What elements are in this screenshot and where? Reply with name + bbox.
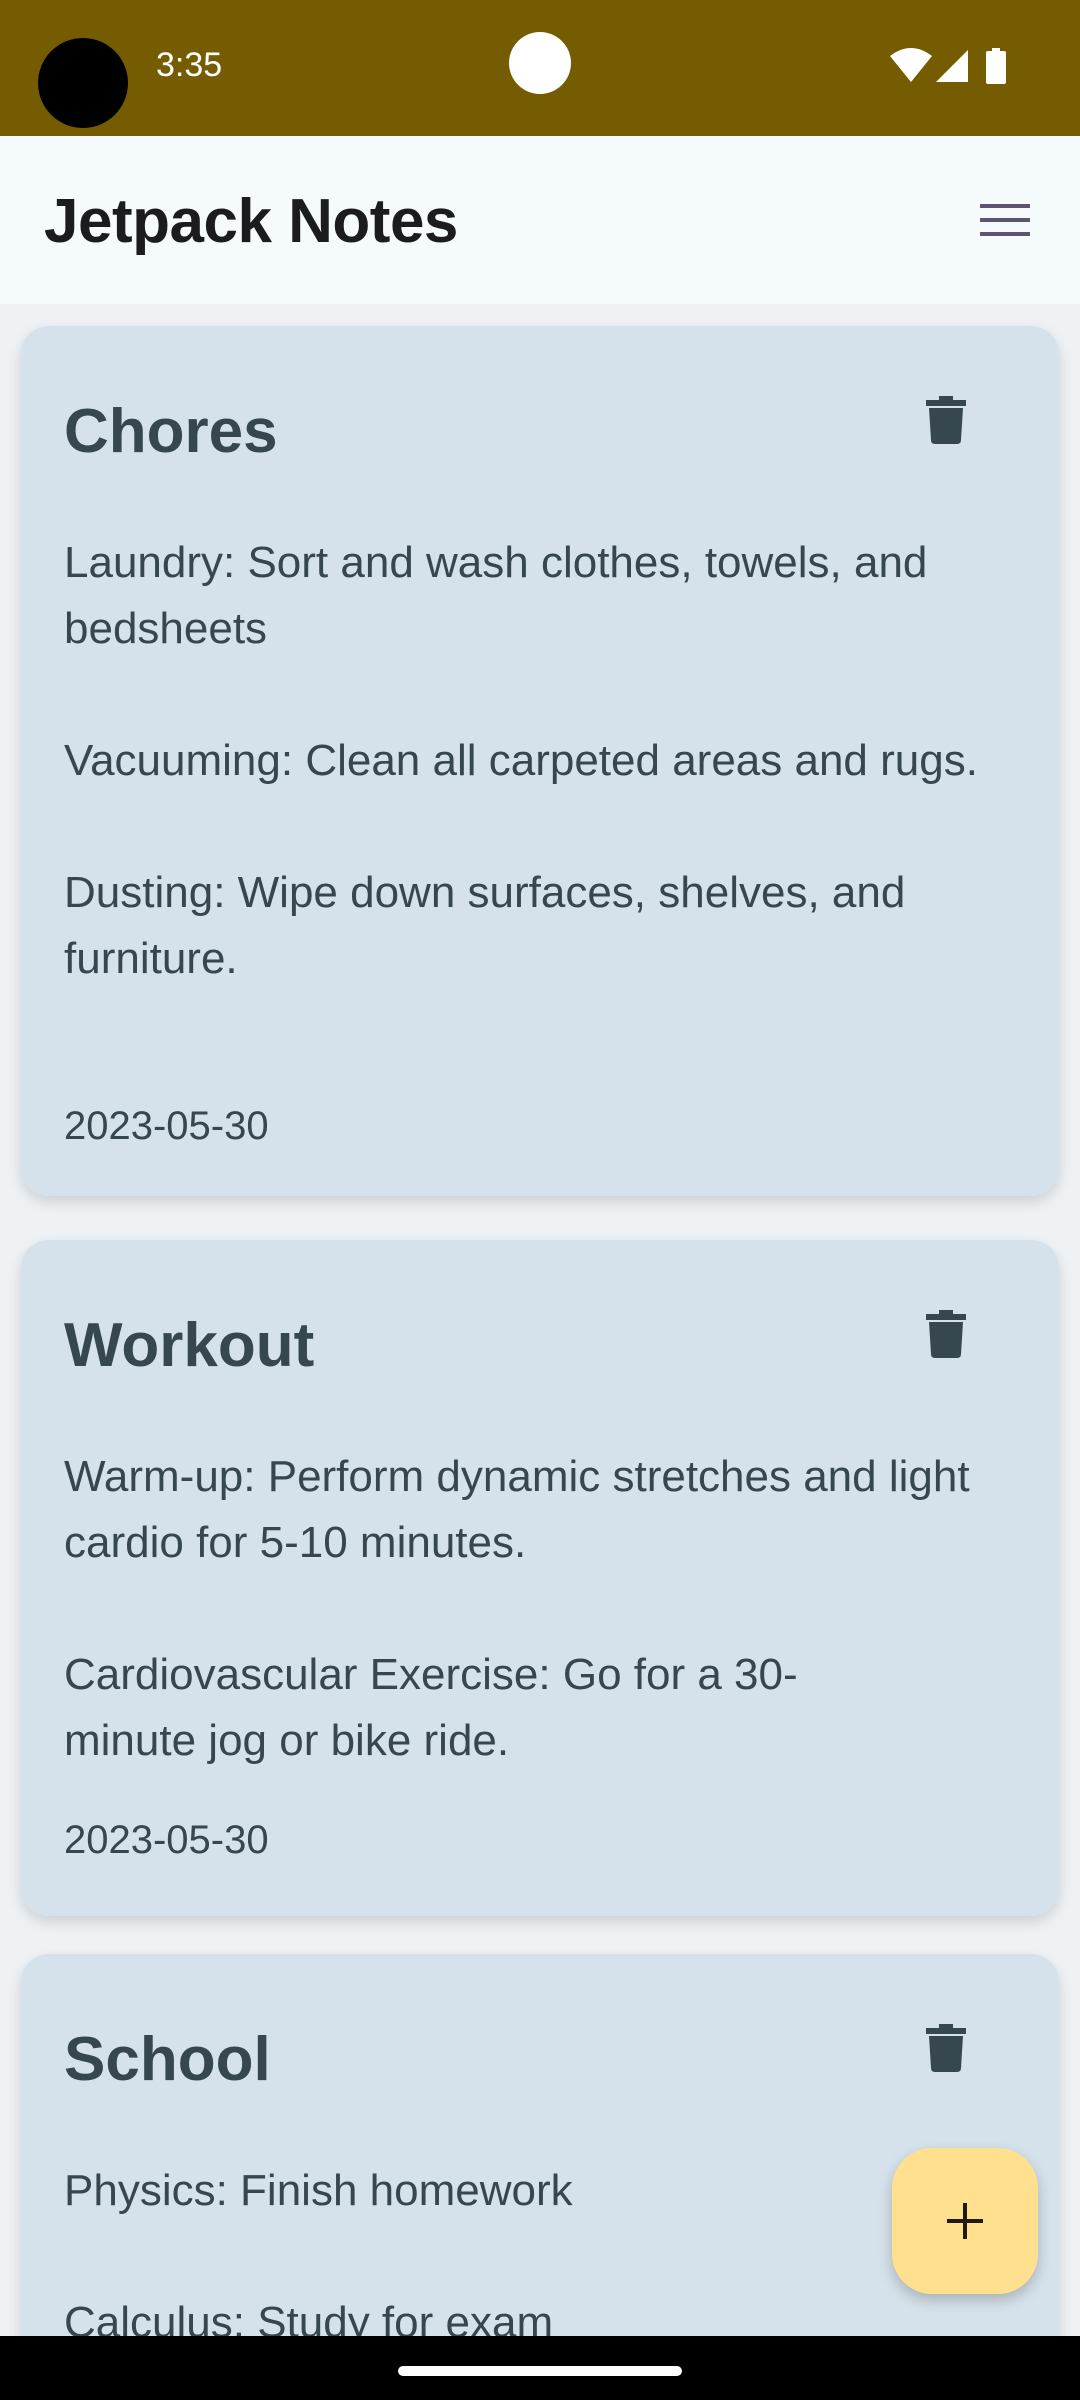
cellular-signal-icon [936, 50, 968, 82]
navigation-bar [0, 2336, 1080, 2400]
note-body: Laundry: Sort and wash clothes, towels, … [64, 530, 1024, 992]
battery-icon [986, 48, 1006, 84]
status-icons [0, 48, 1080, 88]
note-date: 2023-05-30 [64, 1104, 269, 1148]
note-title: Chores [64, 397, 278, 466]
note-body: Warm-up: Perform dynamic stretches and l… [64, 1444, 1024, 1774]
note-paragraph: Calculus: Study for exam [64, 2298, 554, 2336]
app-title: Jetpack Notes [44, 187, 458, 256]
note-paragraph: Vacuuming: Clean all carpeted areas and … [64, 736, 978, 785]
status-bar: 3:35 [0, 0, 1080, 136]
note-title: School [64, 2025, 271, 2094]
note-paragraph: Dusting: Wipe down surfaces, shelves, an… [64, 868, 906, 983]
note-paragraph: Cardiovascular Exercise: Go for a 30-min… [64, 1650, 798, 1765]
trash-icon [926, 2024, 966, 2072]
note-paragraph: Physics: Finish homework [64, 2166, 573, 2215]
add-note-button[interactable] [892, 2148, 1038, 2294]
delete-note-button[interactable] [909, 1296, 983, 1370]
notes-list[interactable]: Chores Laundry: Sort and wash clothes, t… [0, 304, 1080, 2336]
menu-button[interactable] [966, 190, 1046, 250]
menu-icon [980, 204, 1030, 236]
home-gesture-handle[interactable] [398, 2366, 682, 2376]
note-paragraph: Warm-up: Perform dynamic stretches and l… [64, 1452, 970, 1567]
plus-icon [947, 2203, 983, 2239]
top-app-bar: Jetpack Notes [0, 136, 1080, 304]
trash-icon [926, 396, 966, 444]
delete-note-button[interactable] [909, 2010, 983, 2084]
wifi-icon [890, 48, 932, 82]
note-date: 2023-05-30 [64, 1818, 269, 1862]
note-paragraph: Laundry: Sort and wash clothes, towels, … [64, 538, 928, 653]
note-title: Workout [64, 1311, 315, 1380]
note-body: Physics: Finish homework Calculus: Study… [64, 2158, 1024, 2336]
trash-icon [926, 1310, 966, 1358]
note-card[interactable]: Workout Warm-up: Perform dynamic stretch… [21, 1240, 1059, 1916]
note-card[interactable]: Chores Laundry: Sort and wash clothes, t… [21, 326, 1059, 1196]
delete-note-button[interactable] [909, 382, 983, 456]
